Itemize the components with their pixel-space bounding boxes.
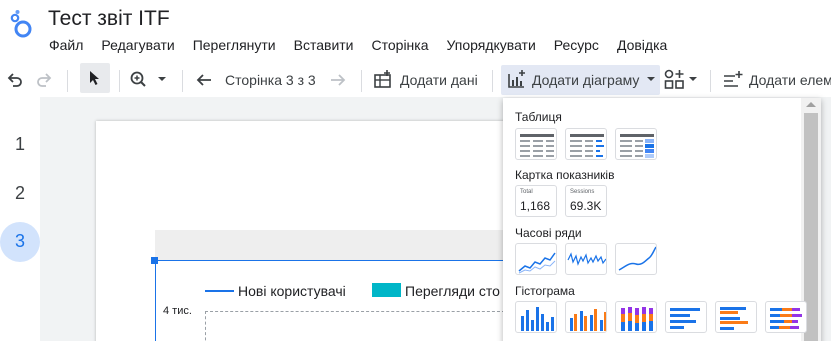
undo-icon[interactable] [4,67,26,93]
page-item-3[interactable]: 3 [0,231,40,252]
scorecard-compact-value: 69.3K [570,199,602,213]
add-chart-button[interactable]: Додати діаграму [501,65,660,95]
select-tool-button[interactable] [80,63,110,93]
section-scorecard-title: Картка показників [515,168,615,182]
chart-option-scorecard[interactable]: Total 1,168 [515,185,557,217]
grouped-column-icon [570,309,606,331]
bar-chart-icon [670,308,700,329]
add-data-icon[interactable] [372,67,394,93]
next-page-icon[interactable] [327,67,349,93]
y-axis-tick: 4 тис. [163,305,192,317]
table-heatmap-icon [620,134,654,158]
scroll-up-arrow-icon[interactable] [806,102,816,107]
chart-option-timeseries[interactable] [515,243,557,275]
legend-box-swatch [372,283,401,297]
add-control-icon [664,69,697,89]
section-histogram-title: Гістограма [515,284,575,298]
scorecard-compact-label: Sessions [570,189,595,195]
zoom-button[interactable] [128,67,168,93]
cursor-arrow-icon [90,71,99,85]
report-title[interactable]: Тест звіт ITF [48,7,170,31]
menu-file[interactable]: Файл [40,35,92,55]
add-control-button[interactable] [664,67,700,93]
looker-studio-logo-icon [10,10,32,38]
zoom-icon [130,71,166,87]
stacked-bar-icon [770,308,802,329]
legend-new-users: Нові користувачі [238,283,346,299]
smoothed-timeseries-icon [618,246,656,271]
column-chart-icon [521,307,554,331]
add-chart-label: Додати діаграму [532,72,640,88]
menu-resource[interactable]: Ресурс [545,35,608,55]
chart-option-scorecard-compact[interactable]: Sessions 69.3K [565,185,607,217]
chevron-down-icon [647,77,655,81]
scorecard-sample-label: Total [520,189,533,195]
chart-option-grouped-bar[interactable] [715,301,757,333]
page-indicator: Сторінка 3 з 3 [225,72,316,88]
scorecard-sample-value: 1,168 [520,199,551,213]
grouped-bar-icon [720,307,748,330]
redo-icon[interactable] [33,67,55,93]
chart-option-bar[interactable] [665,301,707,333]
chart-option-grouped-column[interactable] [565,301,607,333]
toolbar: Сторінка 3 з 3 Додати дані Додати діагра… [0,63,831,97]
menu-view[interactable]: Переглянути [184,35,285,55]
page-item-2[interactable]: 2 [0,183,40,204]
menu-help[interactable]: Довідка [608,35,676,55]
chart-gridline [205,311,505,341]
table-chart-icon [520,134,554,157]
chart-option-table-bars[interactable] [565,128,607,160]
chart-selection-border-left [155,260,156,341]
table-with-bars-icon [570,134,604,157]
menu-bar: Файл Редагувати Переглянути Вставити Сто… [40,35,676,55]
chart-option-stacked-bar[interactable] [765,301,807,333]
menu-insert[interactable]: Вставити [285,35,363,55]
chart-option-stacked-column[interactable] [615,301,657,333]
chart-option-column[interactable] [515,301,557,333]
page-item-1[interactable]: 1 [0,134,40,155]
section-table-title: Таблиця [515,110,562,124]
previous-page-icon[interactable] [193,67,215,93]
chart-option-sparkline[interactable] [565,243,607,275]
menu-edit[interactable]: Редагувати [92,35,183,55]
chart-option-smoothed-timeseries[interactable] [615,243,657,275]
menu-arrange[interactable]: Упорядкувати [438,35,545,55]
add-control-label[interactable]: Додати елем [749,72,831,88]
chart-option-table-heatmap[interactable] [615,128,657,160]
stacked-column-icon [621,307,653,331]
add-chart-icon [508,70,525,88]
section-timeseries-title: Часові ряди [515,226,582,240]
add-data-button[interactable]: Додати дані [400,72,478,88]
legend-line-swatch [205,290,234,292]
resize-handle[interactable] [151,257,158,264]
chart-option-table[interactable] [515,128,557,160]
timeseries-chart-icon [518,252,556,274]
menu-page[interactable]: Сторінка [363,35,438,55]
legend-pageviews: Перегляди сто [405,283,500,299]
sparkline-chart-icon [567,252,606,266]
add-filter-control-icon[interactable] [722,67,744,93]
